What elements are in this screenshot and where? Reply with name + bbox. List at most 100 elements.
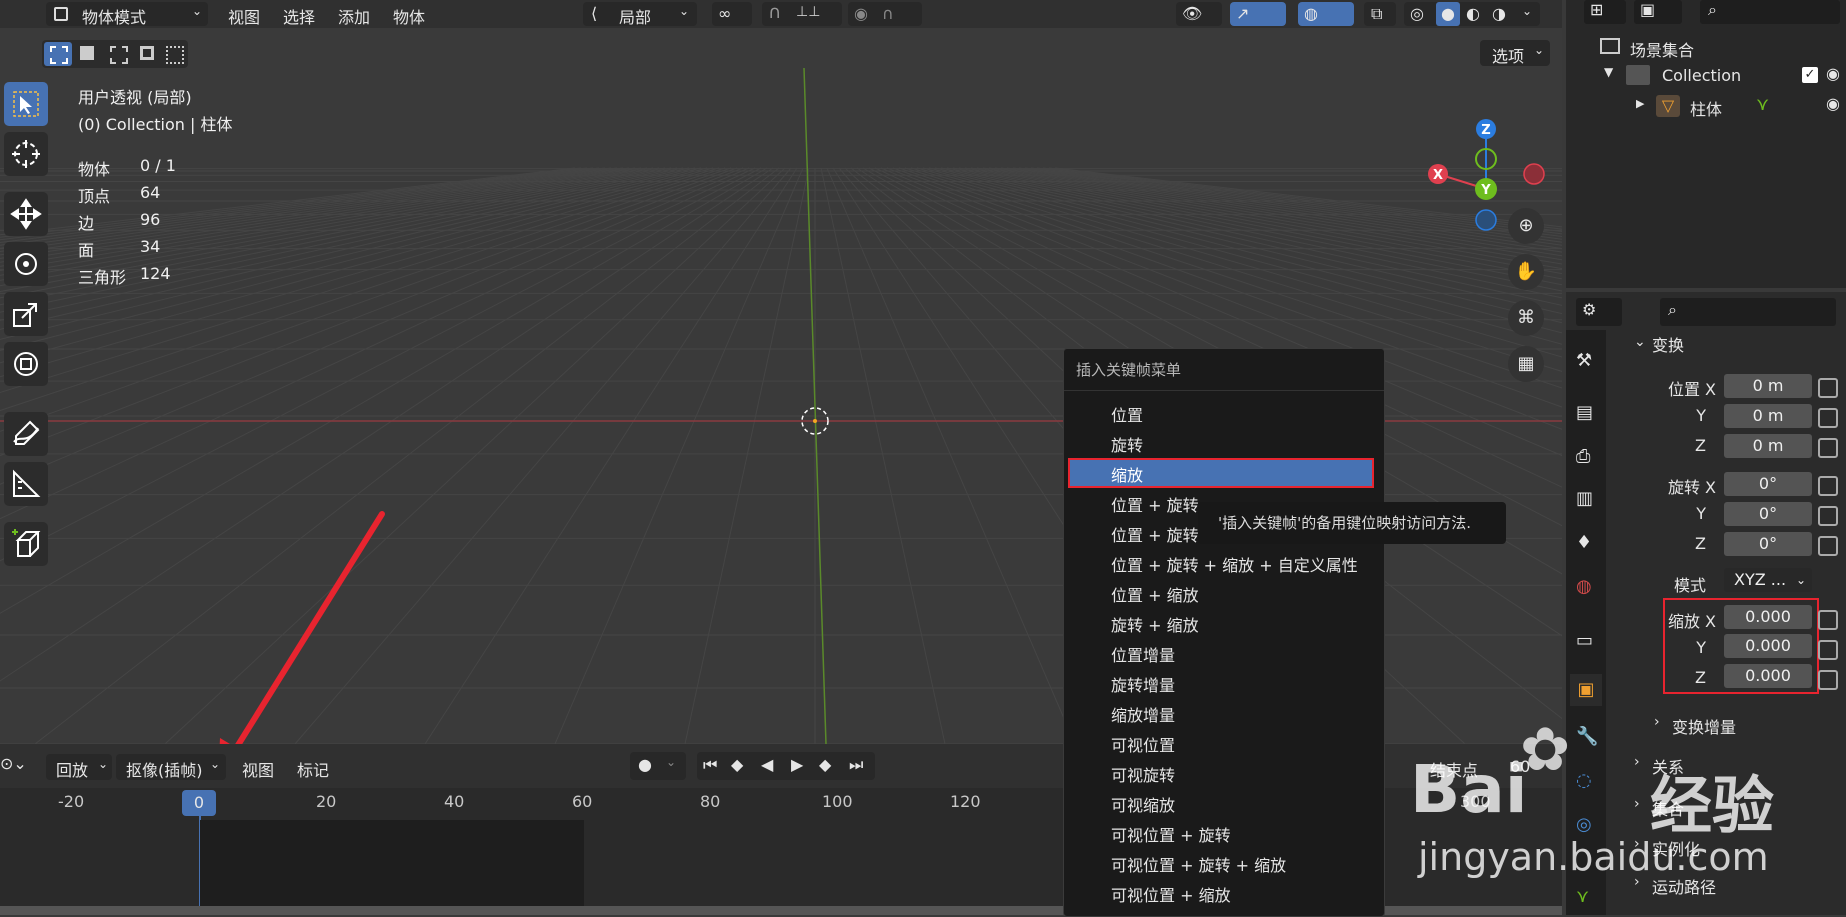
select-new-icon[interactable] — [44, 42, 72, 66]
eye-icon[interactable]: ◉ — [1826, 94, 1840, 113]
prev-keyframe-icon[interactable]: ◆ — [731, 755, 743, 774]
timeline-marker-menu[interactable]: 标记 — [297, 757, 329, 781]
menu-item-location-scale[interactable]: 位置 + 缩放 — [1111, 582, 1199, 606]
lock-icon[interactable] — [1818, 506, 1838, 526]
menu-item-visual-location-rotation-scale[interactable]: 可视位置 + 旋转 + 缩放 — [1111, 852, 1286, 876]
data-tab-icon[interactable]: ⋎ — [1576, 886, 1589, 907]
editor-type-icon[interactable]: ⊙⌄ — [0, 754, 30, 778]
outliner-row-object[interactable]: ▶ ▽ 柱体 ⋎ ◉ — [1566, 93, 1846, 119]
lock-icon[interactable] — [1818, 536, 1838, 556]
gizmo-toggle[interactable]: ↗ — [1230, 2, 1286, 26]
pan-button[interactable]: ✋ — [1508, 254, 1544, 290]
menu-item-location[interactable]: 位置 — [1111, 402, 1143, 426]
zoom-button[interactable]: ⊕ — [1508, 208, 1544, 244]
jump-end-icon[interactable]: ⏭ — [849, 755, 863, 775]
options-button[interactable]: 选项 ⌄ — [1480, 40, 1550, 66]
cursor-tool[interactable] — [4, 132, 48, 176]
lock-icon[interactable] — [1818, 378, 1838, 398]
menu-item-visual-location-scale[interactable]: 可视位置 + 缩放 — [1111, 882, 1231, 906]
gizmo-neg-x-icon[interactable] — [1523, 163, 1545, 185]
scale-y-field[interactable]: 0.000 — [1724, 634, 1812, 658]
eye-icon[interactable]: ◉ — [1826, 64, 1840, 83]
menu-item-scale[interactable]: 缩放 — [1111, 462, 1143, 486]
lock-icon[interactable] — [1818, 610, 1838, 630]
pivot-selector[interactable]: ⟨ 局部 ⌄ — [583, 2, 697, 27]
menu-item-rotation-scale[interactable]: 旋转 + 缩放 — [1111, 612, 1199, 636]
menu-item-delta-scale[interactable]: 缩放增量 — [1111, 702, 1175, 726]
playback-menu[interactable]: 回放 ⌄ — [46, 754, 112, 780]
checkbox-icon[interactable]: ✓ — [1802, 67, 1818, 83]
menu-item-visual-location[interactable]: 可视位置 — [1111, 732, 1175, 756]
select-subtract-icon[interactable] — [104, 42, 132, 66]
location-z-field[interactable]: 0 m — [1724, 434, 1812, 458]
scene-tab-icon[interactable]: ♦ — [1576, 532, 1592, 553]
lock-icon[interactable] — [1818, 670, 1838, 690]
location-x-field[interactable]: 0 m — [1724, 374, 1812, 398]
ortho-toggle-button[interactable]: ▦ — [1508, 346, 1544, 382]
collapse-icon[interactable]: ▼ — [1604, 65, 1613, 79]
play-icon[interactable]: ▶ — [791, 755, 803, 774]
measure-tool[interactable] — [4, 462, 48, 506]
menu-add[interactable]: 添加 — [338, 4, 370, 28]
view-layer-tab-icon[interactable]: ▥ — [1576, 488, 1593, 509]
menu-item-delta-location[interactable]: 位置增量 — [1111, 642, 1175, 666]
select-extend-icon[interactable] — [74, 42, 102, 66]
scale-z-field[interactable]: 0.000 — [1724, 664, 1812, 688]
rotation-mode-select[interactable]: XYZ ... ⌄ — [1724, 568, 1812, 592]
rotation-y-field[interactable]: 0° — [1724, 502, 1812, 526]
menu-view[interactable]: 视图 — [228, 4, 260, 28]
gizmo-neg-z-icon[interactable] — [1475, 209, 1497, 231]
transform-tool[interactable] — [4, 342, 48, 386]
xray-toggle[interactable]: ⧉ — [1364, 2, 1396, 26]
play-reverse-icon[interactable]: ◀ — [761, 755, 773, 774]
scale-tool[interactable] — [4, 292, 48, 336]
overlays-toggle[interactable]: ◍ — [1298, 2, 1354, 26]
expand-icon[interactable]: ▶ — [1636, 97, 1644, 110]
snap-toggle[interactable]: ∞ — [712, 2, 752, 26]
rotate-tool[interactable] — [4, 242, 48, 286]
output-tab-icon[interactable]: ⎙ — [1576, 446, 1590, 467]
outliner-display-mode[interactable]: ⊞ — [1584, 0, 1626, 24]
proportional-edit[interactable]: ◉ ∩ — [848, 2, 922, 26]
lock-icon[interactable] — [1818, 476, 1838, 496]
menu-item-visual-location-rotation[interactable]: 可视位置 + 旋转 — [1111, 822, 1231, 846]
scale-x-field[interactable]: 0.000 — [1724, 605, 1812, 629]
jump-start-icon[interactable]: ⏮ — [703, 755, 717, 775]
menu-item-visual-rotation[interactable]: 可视旋转 — [1111, 762, 1175, 786]
lock-icon[interactable] — [1818, 438, 1838, 458]
add-cube-tool[interactable] — [4, 522, 48, 566]
render-tab-icon[interactable]: ▤ — [1576, 402, 1593, 423]
camera-view-button[interactable]: ⌘ — [1508, 300, 1544, 336]
properties-editor-type[interactable]: ⚙ — [1576, 298, 1622, 326]
location-y-field[interactable]: 0 m — [1724, 404, 1812, 428]
menu-object[interactable]: 物体 — [393, 4, 425, 28]
rotation-x-field[interactable]: 0° — [1724, 472, 1812, 496]
menu-select[interactable]: 选择 — [283, 4, 315, 28]
select-box-tool[interactable] — [4, 82, 48, 126]
record-toggle[interactable]: ● ⌄ — [630, 752, 686, 780]
outliner-search[interactable]: ⌕ — [1700, 0, 1840, 24]
world-tab-icon[interactable]: ◍ — [1576, 576, 1592, 597]
mode-selector[interactable]: 物体模式 ⌄ — [46, 2, 208, 27]
magnet-snap[interactable]: ∩ ⊥⊥ — [762, 2, 842, 26]
lock-icon[interactable] — [1818, 408, 1838, 428]
timeline-view-menu[interactable]: 视图 — [242, 757, 274, 781]
object-tab-icon[interactable]: ▣ — [1570, 674, 1602, 706]
menu-item-location-rotation[interactable]: 位置 + 旋转 — [1111, 492, 1199, 516]
menu-item-delta-rotation[interactable]: 旋转增量 — [1111, 672, 1175, 696]
menu-item-visual-scale[interactable]: 可视缩放 — [1111, 792, 1175, 816]
lock-icon[interactable] — [1818, 640, 1838, 660]
annotate-tool[interactable] — [4, 412, 48, 456]
next-keyframe-icon[interactable]: ◆ — [819, 755, 831, 774]
keying-menu[interactable]: 抠像(插帧) ⌄ — [116, 754, 226, 780]
outliner-row-collection[interactable]: ▼ Collection ✓ ◉ — [1566, 63, 1846, 89]
menu-item-location-rotation-scale-custom[interactable]: 位置 + 旋转 + 缩放 + 自定义属性 — [1111, 552, 1358, 576]
outliner-filter[interactable]: ▣ — [1634, 0, 1682, 24]
menu-item-rotation[interactable]: 旋转 — [1111, 432, 1143, 456]
collection-tab-icon[interactable]: ▭ — [1576, 630, 1593, 651]
current-frame-indicator[interactable]: 0 — [182, 790, 216, 816]
transform-section-header[interactable]: 变换 — [1652, 332, 1684, 356]
select-invert-icon[interactable] — [134, 42, 162, 66]
menu-item-location-rotation-scale[interactable]: 位置 + 旋转 — [1111, 522, 1199, 546]
rotation-z-field[interactable]: 0° — [1724, 532, 1812, 556]
